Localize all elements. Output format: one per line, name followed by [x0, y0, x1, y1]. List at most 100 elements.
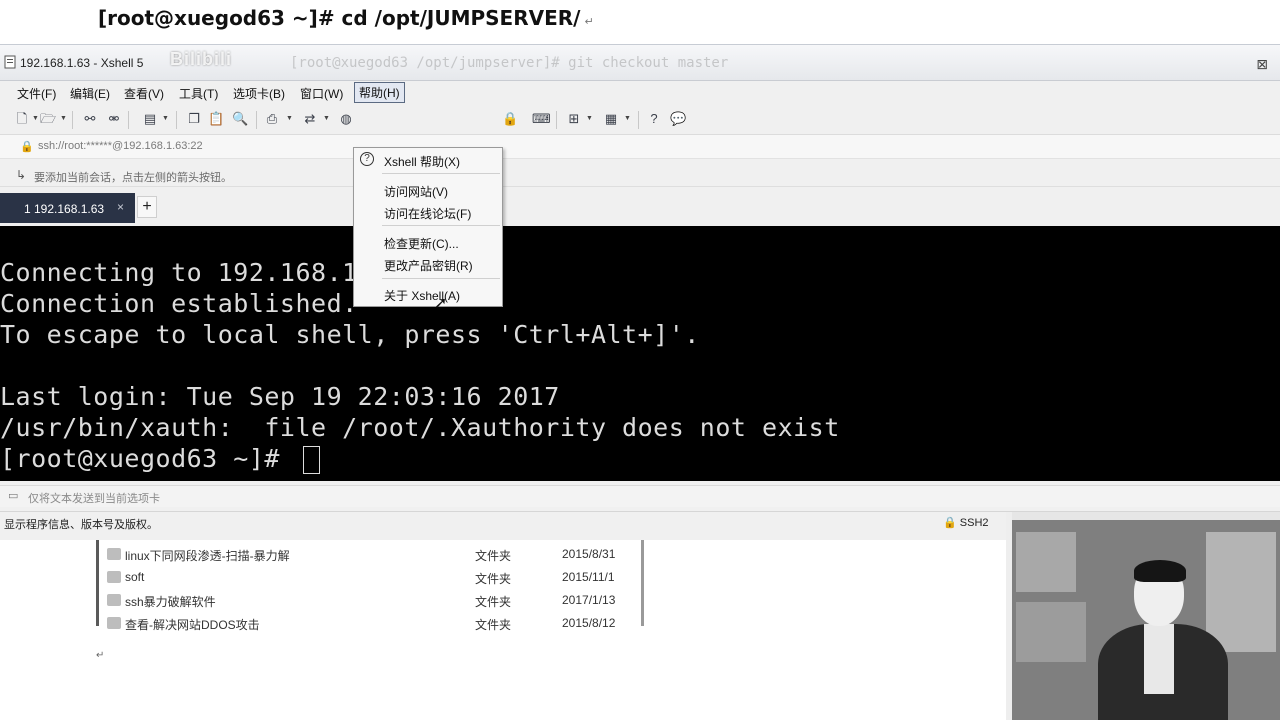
window-control-icon[interactable]: ⊠	[1256, 56, 1268, 73]
return-mark: ↵	[584, 15, 594, 28]
session-arrow-icon[interactable]: ↳	[16, 168, 26, 182]
xshell-window: 192.168.1.63 - Xshell 5 Bilibili [root@x…	[0, 44, 1280, 540]
terminal-pane[interactable]: Connecting to 192.168.1.63:22... Connect…	[0, 226, 1280, 481]
menu-separator	[382, 278, 500, 279]
file-date: 2015/8/31	[562, 547, 616, 561]
chevron-down-icon[interactable]: ▼	[162, 115, 169, 122]
background-command-ghost: [root@xuegod63 /opt/jumpserver]# git che…	[290, 55, 729, 71]
chevron-down-icon[interactable]: ▼	[323, 115, 330, 122]
bookshelf-side	[1006, 512, 1012, 720]
tab-label: 1 192.168.1.63	[24, 202, 105, 216]
help-circle-icon: ?	[360, 152, 374, 166]
menu-view[interactable]: 查看(V)	[121, 84, 167, 103]
keyboard-icon[interactable]: ⌨	[532, 111, 551, 127]
lock-icon: 🔒	[20, 141, 34, 153]
menu-item-check-updates[interactable]: 检查更新(C)...	[384, 235, 459, 252]
copy-icon[interactable]: ❐	[186, 111, 202, 127]
menu-file[interactable]: 文件(F)	[14, 84, 59, 103]
file-name: 查看-解决网站DDOS攻击	[125, 618, 260, 632]
find-icon[interactable]: 🔍	[232, 111, 248, 127]
chevron-down-icon[interactable]: ▼	[60, 115, 67, 122]
disconnect-icon[interactable]: ⚮	[106, 111, 122, 127]
paste-icon[interactable]: 📋	[208, 111, 224, 127]
menu-item-xshell-help[interactable]: Xshell 帮助(X)	[384, 153, 460, 170]
presenter-webcam	[1006, 512, 1280, 720]
title-bar[interactable]: 192.168.1.63 - Xshell 5 Bilibili [root@x…	[0, 45, 1280, 81]
connect-icon[interactable]: ⚯	[82, 111, 98, 127]
chat-icon[interactable]: 💬	[670, 111, 686, 127]
file-date: 2015/8/12	[562, 616, 616, 630]
protocol-indicator: 🔒 SSH2	[943, 517, 989, 529]
session-address[interactable]: ssh://root:******@192.168.1.63:22	[38, 140, 203, 152]
file-type: 文件夹	[475, 618, 512, 632]
properties-icon[interactable]: ▤	[142, 111, 158, 127]
lock-icon[interactable]: 🔒	[502, 111, 518, 127]
return-mark: ↵	[96, 650, 105, 661]
list-item[interactable]: ssh暴力破解软件 文件夹 2017/1/13	[107, 590, 637, 612]
toolbar: 🗋 ▼ 🗁 ▼ ⚯ ⚮ ▤ ▼ ❐ 📋 🔍 ⎙ ▼ ⇄ ▼ ◍ 🔒 ⌨ ⊞ ▼ ▦ ▼ ? 💬	[0, 103, 1280, 135]
list-item[interactable]: linux下同网段渗透-扫描-暴力解 文件夹 2015/8/31	[107, 544, 637, 566]
toolbar-separator	[556, 111, 557, 129]
terminal-line: To escape to local shell, press 'Ctrl+Al…	[0, 320, 700, 349]
terminal-icon: ▭	[8, 490, 19, 502]
watermark-logo: Bilibili	[170, 49, 232, 69]
file-type: 文件夹	[475, 549, 512, 563]
help-icon[interactable]: ?	[646, 111, 662, 127]
protocol-label: SSH2	[959, 517, 989, 529]
list-item[interactable]: soft 文件夹 2015/11/1	[107, 567, 637, 589]
menu-window[interactable]: 窗口(W)	[297, 84, 346, 103]
folder-icon	[107, 594, 121, 606]
bookshelf-books	[1206, 532, 1276, 652]
menu-item-about-xshell[interactable]: 关于 Xshell(A)	[384, 287, 460, 304]
file-name: linux下同网段渗透-扫描-暴力解	[125, 549, 290, 563]
file-date: 2015/11/1	[562, 570, 615, 584]
chevron-down-icon[interactable]: ▼	[586, 115, 593, 122]
folder-icon	[107, 617, 121, 629]
terminal-prompt: [root@xuegod63 ~]#	[0, 444, 296, 473]
print-icon[interactable]: ⎙	[264, 111, 280, 127]
terminal-line: Connection established.	[0, 289, 358, 318]
toolbar-separator	[176, 111, 177, 129]
menu-item-change-product-key[interactable]: 更改产品密钥(R)	[384, 257, 473, 274]
chevron-down-icon[interactable]: ▼	[286, 115, 293, 122]
file-name: ssh暴力破解软件	[125, 595, 216, 609]
transfer-icon[interactable]: ⇄	[302, 111, 318, 127]
toolbar-separator	[256, 111, 257, 129]
menu-item-visit-website[interactable]: 访问网站(V)	[384, 183, 448, 200]
bookshelf-books	[1016, 602, 1086, 662]
terminal-line: Last login: Tue Sep 19 22:03:16 2017	[0, 382, 560, 411]
toolbar-separator	[638, 111, 639, 129]
new-session-icon[interactable]: 🗋	[14, 111, 30, 127]
status-message: 显示程序信息、版本号及版权。	[4, 519, 158, 531]
terminal-line: /usr/bin/xauth: file /root/.Xauthority d…	[0, 413, 840, 442]
add-icon[interactable]: ⊞	[566, 111, 582, 127]
chevron-down-icon[interactable]: ▼	[32, 115, 39, 122]
presenter-hair	[1134, 560, 1186, 582]
file-type: 文件夹	[475, 595, 512, 609]
layout-icon[interactable]: ▦	[603, 111, 619, 127]
menu-separator	[382, 225, 500, 226]
chevron-down-icon[interactable]: ▼	[624, 115, 631, 122]
toolbar-separator	[128, 111, 129, 129]
help-dropdown-menu: ? Xshell 帮助(X) 访问网站(V) 访问在线论坛(F) 检查更新(C)…	[353, 147, 503, 307]
add-tab-button[interactable]: +	[137, 196, 157, 218]
send-text-bar[interactable]: ▭ 仅将文本发送到当前选项卡	[0, 485, 1280, 507]
globe-icon[interactable]: ◍	[338, 111, 354, 127]
close-icon[interactable]: ×	[117, 200, 124, 214]
tab-bar: 1 192.168.1.63 × +	[0, 193, 1280, 223]
address-bar[interactable]: 🔒 ssh://root:******@192.168.1.63:22	[0, 135, 1280, 159]
session-hint-text: 要添加当前会话，点击左侧的箭头按钮。	[34, 172, 232, 184]
screen: [root@xuegod63 ~]# cd /opt/JUMPSERVER/↵ …	[0, 0, 1280, 720]
menu-tabs[interactable]: 选项卡(B)	[230, 84, 288, 103]
menu-edit[interactable]: 编辑(E)	[67, 84, 113, 103]
open-folder-icon[interactable]: 🗁	[40, 111, 56, 127]
list-item[interactable]: 查看-解决网站DDOS攻击 文件夹 2015/8/12	[107, 613, 637, 635]
file-type: 文件夹	[475, 572, 512, 586]
menu-item-visit-forum[interactable]: 访问在线论坛(F)	[384, 205, 471, 222]
mouse-cursor-icon: ➚	[434, 295, 448, 312]
session-hint-bar: ↳ 要添加当前会话，点击左侧的箭头按钮。	[0, 163, 1280, 187]
menu-help[interactable]: 帮助(H)	[354, 82, 405, 103]
send-text-placeholder: 仅将文本发送到当前选项卡	[28, 493, 160, 505]
menu-tools[interactable]: 工具(T)	[176, 84, 221, 103]
tab-session-1[interactable]: 1 192.168.1.63 ×	[0, 193, 135, 223]
